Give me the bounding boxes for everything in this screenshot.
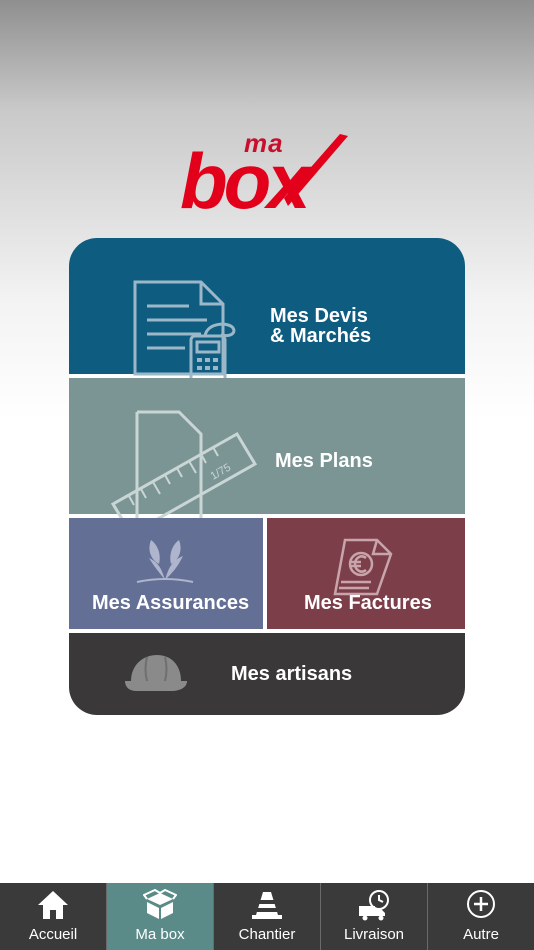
tab-autre[interactable]: Autre <box>427 883 534 950</box>
delivery-truck-icon <box>359 890 389 921</box>
traffic-cone-icon <box>252 892 282 919</box>
hard-hat-icon <box>125 655 187 691</box>
tile-assurances[interactable]: Mes Assurances <box>69 518 263 629</box>
plus-circle-icon <box>467 890 495 918</box>
devis-label-line1: Mes Devis <box>270 305 368 327</box>
artisans-label: Mes artisans <box>231 663 353 685</box>
tab-livraison-label: Livraison <box>343 926 405 943</box>
logo-box-text: box <box>180 137 311 225</box>
plans-label: Mes Plans <box>275 450 373 472</box>
menu-card: Mes Devis & Marchés 1/75 Mes Plans Mes A… <box>69 238 465 715</box>
tab-ma-box-label: Ma box <box>135 926 185 943</box>
tile-artisans[interactable]: Mes artisans <box>69 633 465 715</box>
tab-chantier-label: Chantier <box>238 926 296 943</box>
tab-ma-box[interactable]: Ma box <box>106 883 213 950</box>
ma-box-logo: ma box <box>180 128 356 224</box>
tab-accueil[interactable]: Accueil <box>0 883 106 950</box>
document-calculator-icon <box>133 280 236 388</box>
tab-chantier[interactable]: Chantier <box>213 883 320 950</box>
plan-ruler-icon: 1/75 <box>110 410 258 518</box>
euro-invoice-icon <box>333 538 393 596</box>
home-icon <box>38 891 68 919</box>
factures-label: Mes Factures <box>304 592 432 614</box>
tile-devis-marches[interactable]: Mes Devis & Marchés <box>69 238 465 388</box>
tile-plans[interactable]: 1/75 Mes Plans <box>69 378 465 518</box>
box-icon <box>143 889 177 919</box>
tile-factures[interactable]: Mes Factures <box>267 518 465 629</box>
devis-label-line2: & Marchés <box>270 325 372 347</box>
assurances-label: Mes Assurances <box>92 592 250 614</box>
bottom-tab-bar: Accueil Ma box Chantier Livraison Autre <box>0 883 534 950</box>
sprout-icon <box>136 540 194 583</box>
tab-livraison[interactable]: Livraison <box>320 883 427 950</box>
tab-accueil-label: Accueil <box>28 926 78 943</box>
tab-autre-label: Autre <box>463 926 499 943</box>
